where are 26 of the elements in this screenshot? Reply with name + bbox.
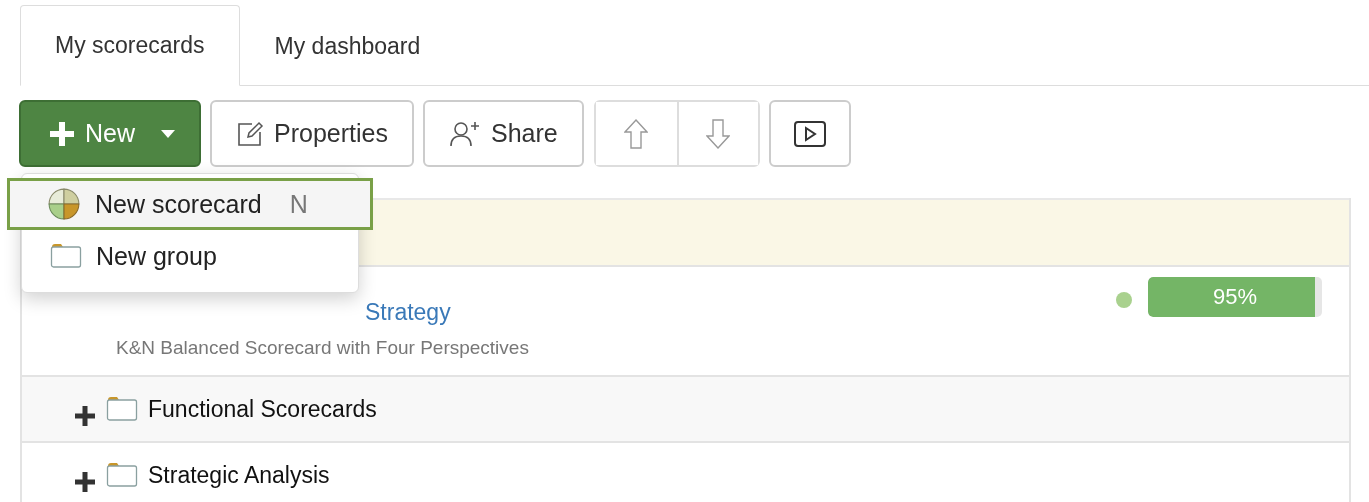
progress-reading: 95% — [1211, 283, 1258, 311]
tab[interactable]: My dashboard — [239, 6, 456, 86]
plus-icon[interactable] — [74, 405, 96, 427]
edit-icon — [236, 119, 264, 148]
menu-item[interactable]: New scorecard N — [7, 178, 373, 230]
present-button[interactable] — [768, 100, 851, 167]
group-title[interactable]: Functional Scorecards — [148, 395, 377, 423]
scorecard-icon — [47, 187, 81, 221]
scorecard-description: K&N Balanced Scorecard with Four Perspectives — [116, 337, 529, 359]
scorecard-link[interactable]: Strategy — [365, 299, 451, 325]
arrow-down-icon — [706, 118, 731, 149]
play-icon — [793, 120, 826, 147]
shortcut-key: N — [289, 189, 308, 219]
folder-icon — [50, 243, 82, 269]
properties-button[interactable]: Properties — [210, 100, 414, 167]
caret-icon — [161, 129, 175, 138]
add-user-icon — [448, 119, 481, 148]
tab[interactable]: My scorecards — [20, 5, 240, 86]
new-button[interactable]: New — [19, 100, 201, 167]
arrow-up-icon — [624, 118, 649, 149]
folder-icon — [106, 462, 138, 488]
folder-icon — [106, 396, 138, 422]
group-title[interactable]: Strategic Analysis — [148, 461, 330, 489]
menu-item[interactable]: New group — [22, 230, 358, 282]
plus-icon[interactable] — [74, 471, 96, 493]
share-button[interactable]: Share — [422, 100, 584, 167]
